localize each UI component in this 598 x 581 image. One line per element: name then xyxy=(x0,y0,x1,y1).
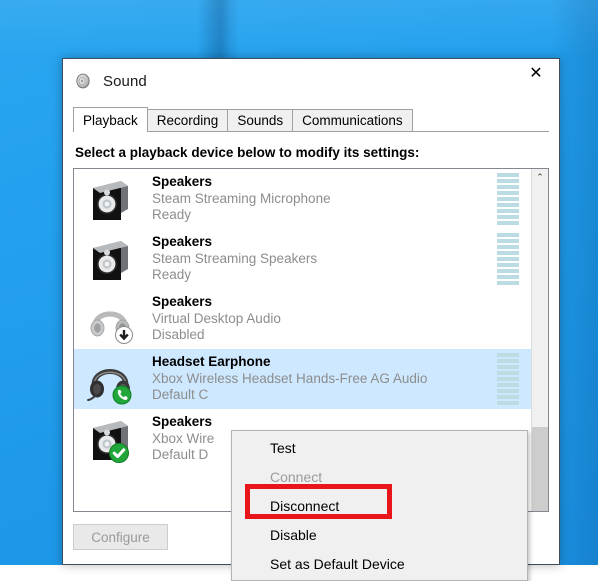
volume-meter xyxy=(497,353,519,405)
device-list-scrollbar[interactable]: ⌃ xyxy=(531,169,548,511)
device-description: Steam Streaming Microphone xyxy=(152,191,497,207)
device-name: Speakers xyxy=(152,414,497,430)
device-status: Default C xyxy=(152,387,497,403)
menu-item-connect: Connect xyxy=(232,462,527,491)
tab-sounds[interactable]: Sounds xyxy=(227,109,293,131)
device-row[interactable]: Speakers Virtual Desktop Audio Disabled xyxy=(74,289,531,349)
device-description: Xbox Wireless Headset Hands-Free AG Audi… xyxy=(152,371,497,387)
speaker-box-icon xyxy=(84,233,136,285)
sound-speaker-icon xyxy=(74,72,92,90)
device-status: Ready xyxy=(152,267,497,283)
device-name: Headset Earphone xyxy=(152,354,497,370)
window-title: Sound xyxy=(103,73,147,90)
device-info: Speakers Steam Streaming Microphone Read… xyxy=(152,174,497,223)
menu-item-disconnect[interactable]: Disconnect xyxy=(232,491,527,520)
headset-icon xyxy=(84,353,136,405)
scroll-up-icon[interactable]: ⌃ xyxy=(532,169,548,186)
tab-strip: Playback Recording Sounds Communications xyxy=(73,108,549,132)
device-status: Disabled xyxy=(152,327,497,343)
tab-communications[interactable]: Communications xyxy=(292,109,413,131)
device-description: Steam Streaming Speakers xyxy=(152,251,497,267)
scrollbar-thumb[interactable] xyxy=(532,427,548,511)
title-bar: Sound ✕ xyxy=(63,59,559,103)
device-name: Speakers xyxy=(152,234,497,250)
menu-item-disable[interactable]: Disable xyxy=(232,520,527,549)
tab-recording[interactable]: Recording xyxy=(147,109,229,131)
menu-item-test[interactable]: Test xyxy=(232,433,527,462)
menu-item-set-as-default-device[interactable]: Set as Default Device xyxy=(232,549,527,578)
device-info: Speakers Steam Streaming Speakers Ready xyxy=(152,234,497,283)
device-row[interactable]: Speakers Steam Streaming Speakers Ready xyxy=(74,229,531,289)
speaker-box-icon xyxy=(84,173,136,225)
device-status: Ready xyxy=(152,207,497,223)
device-description: Virtual Desktop Audio xyxy=(152,311,497,327)
device-info: Speakers Virtual Desktop Audio Disabled xyxy=(152,294,497,343)
device-row[interactable]: Speakers Steam Streaming Microphone Read… xyxy=(74,169,531,229)
device-context-menu: Test Connect Disconnect Disable Set as D… xyxy=(231,430,528,581)
device-name: Speakers xyxy=(152,294,497,310)
close-icon[interactable]: ✕ xyxy=(513,59,559,89)
device-row-selected[interactable]: Headset Earphone Xbox Wireless Headset H… xyxy=(74,349,531,409)
device-info: Headset Earphone Xbox Wireless Headset H… xyxy=(152,354,497,403)
device-name: Speakers xyxy=(152,174,497,190)
speaker-box-icon xyxy=(84,413,136,465)
volume-meter xyxy=(497,233,519,285)
instruction-label: Select a playback device below to modify… xyxy=(75,145,549,160)
tab-playback[interactable]: Playback xyxy=(73,107,148,132)
configure-button[interactable]: Configure xyxy=(73,524,168,550)
volume-meter xyxy=(497,173,519,225)
headphones-icon xyxy=(84,293,136,345)
